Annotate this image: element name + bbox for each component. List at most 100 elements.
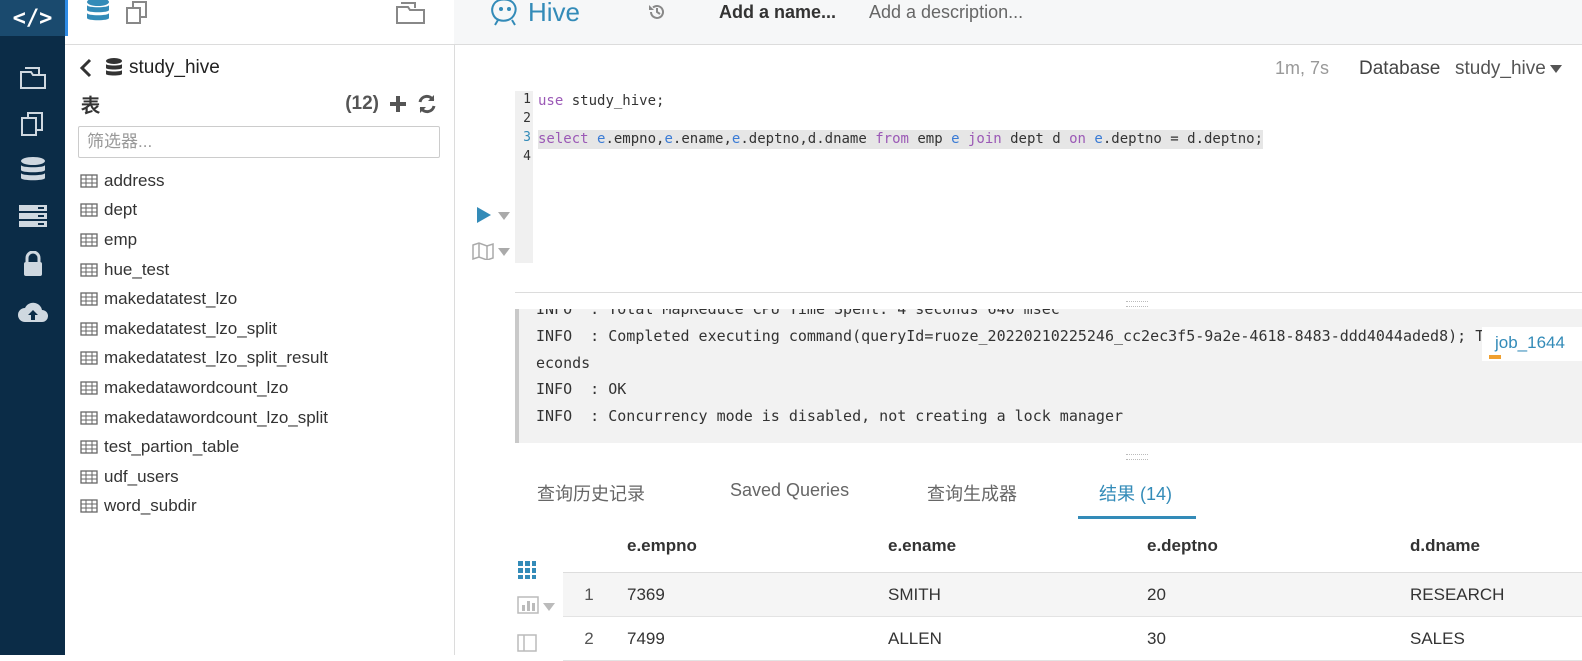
- table-name: dept: [104, 200, 138, 220]
- table-item[interactable]: word_subdir: [80, 492, 440, 522]
- keyword: select: [538, 131, 589, 147]
- tables-header: 表 (12): [81, 92, 437, 117]
- database-name: study_hive: [129, 57, 220, 78]
- play-icon[interactable]: [475, 205, 493, 225]
- table-item[interactable]: emp: [80, 225, 440, 255]
- table-item[interactable]: udf_users: [80, 462, 440, 492]
- column-header[interactable]: d.dname: [1410, 536, 1480, 556]
- table-item[interactable]: address: [80, 166, 440, 196]
- log-line: econds: [536, 354, 591, 372]
- table-item[interactable]: makedatatest_lzo_split: [80, 314, 440, 344]
- table-name: makedatatest_lzo_split: [104, 318, 277, 338]
- code-logo-icon[interactable]: </>: [0, 0, 65, 36]
- add-icon[interactable]: [389, 95, 407, 113]
- tables-count: (12): [345, 93, 379, 114]
- chart-caret-icon[interactable]: [543, 603, 555, 611]
- sql-database-icon[interactable]: [85, 0, 111, 29]
- editor-icon[interactable]: [0, 60, 65, 96]
- table-item[interactable]: makedatatest_lzo_split_result: [80, 344, 440, 374]
- logo-text: </>: [12, 5, 53, 31]
- cell: SMITH: [888, 585, 941, 604]
- hive-logo-icon: [491, 0, 517, 26]
- editor-gutter: 1 2 3 4: [515, 91, 533, 263]
- database-icon[interactable]: [0, 153, 65, 189]
- table-icon: [80, 470, 98, 484]
- code-line-3: select e.empno,e.ename,e.deptno,d.dname …: [538, 130, 1264, 149]
- chevron-left-icon[interactable]: [79, 58, 93, 78]
- line-number: 3: [523, 130, 531, 145]
- editor-divider: [515, 292, 1582, 293]
- table-item[interactable]: makedatawordcount_lzo: [80, 373, 440, 403]
- lock-icon[interactable]: [0, 246, 65, 282]
- chart-view-icon[interactable]: [517, 596, 539, 614]
- tab-results[interactable]: 结果 (14): [1099, 480, 1172, 506]
- row-index: 1: [584, 585, 594, 604]
- run-options-caret-icon[interactable]: [498, 212, 510, 220]
- tab-query-builder[interactable]: 查询生成器: [927, 480, 1017, 506]
- database-selector-label: Database: [1359, 58, 1441, 79]
- query-description-field[interactable]: Add a description...: [869, 0, 1023, 24]
- cell: 7369: [627, 585, 665, 604]
- caret-down-icon: [1549, 65, 1562, 73]
- upload-icon[interactable]: [0, 294, 65, 330]
- table-row[interactable]: 2 7499 ALLEN 30 SALES: [563, 617, 1582, 661]
- table-name: makedatatest_lzo_split_result: [104, 348, 328, 368]
- cell: ALLEN: [888, 629, 942, 648]
- jobs-icon[interactable]: [0, 198, 65, 234]
- code-text: study_hive;: [563, 93, 665, 109]
- resize-handle[interactable]: [1126, 301, 1148, 307]
- keyword: from: [875, 131, 909, 147]
- table-icon: [80, 440, 98, 454]
- resize-handle[interactable]: [1126, 454, 1148, 460]
- code-text: .deptno = d.deptno;: [1102, 131, 1264, 147]
- refresh-icon[interactable]: [417, 94, 437, 114]
- tables-label: 表: [81, 95, 101, 117]
- job-progress-bar: [1489, 355, 1501, 359]
- line-number: 1: [523, 92, 531, 107]
- editor-type-label: Hive: [528, 0, 581, 27]
- tab-query-history[interactable]: 查询历史记录: [537, 480, 645, 506]
- table-icon: [80, 292, 98, 306]
- elapsed-time: 1m, 7s: [1275, 58, 1330, 78]
- documents-icon[interactable]: [0, 106, 65, 142]
- history-icon[interactable]: [647, 2, 667, 27]
- table-row[interactable]: 1 7369 SMITH 20 RESEARCH: [563, 573, 1582, 617]
- job-link[interactable]: job_1644: [1482, 327, 1582, 361]
- table-icon: [80, 174, 98, 188]
- table-item[interactable]: makedatatest_lzo: [80, 284, 440, 314]
- keyword: use: [538, 93, 564, 109]
- column-header[interactable]: e.empno: [627, 536, 697, 556]
- database-icon: [106, 58, 122, 76]
- cell: SALES: [1410, 629, 1465, 648]
- code-text: emp: [908, 131, 952, 147]
- table-item[interactable]: hue_test: [80, 255, 440, 285]
- result-tabs: 查询历史记录 Saved Queries 查询生成器 结果 (14): [515, 466, 1582, 520]
- table-filter-input[interactable]: [78, 126, 440, 158]
- table-item[interactable]: test_partion_table: [80, 432, 440, 462]
- tab-saved-queries[interactable]: Saved Queries: [730, 480, 849, 501]
- explain-caret-icon[interactable]: [498, 248, 510, 256]
- documents-tab-icon[interactable]: [125, 0, 153, 29]
- query-name-field[interactable]: Add a name...: [719, 0, 836, 24]
- table-name: hue_test: [104, 259, 170, 279]
- database-selector[interactable]: study_hive: [1455, 58, 1562, 80]
- files-icon[interactable]: [395, 0, 427, 29]
- alias: e: [664, 131, 673, 147]
- table-item[interactable]: makedatawordcount_lzo_split: [80, 403, 440, 433]
- sql-editor[interactable]: 1 2 3 4 use study_hive; select e.empno,e…: [515, 91, 1582, 263]
- table-item[interactable]: dept: [80, 196, 440, 226]
- columns-icon[interactable]: [517, 634, 537, 652]
- column-header[interactable]: e.deptno: [1147, 536, 1218, 556]
- cell: 30: [1147, 629, 1166, 648]
- table-icon: [80, 233, 98, 247]
- alias: e: [951, 131, 960, 147]
- table-name: word_subdir: [104, 496, 197, 516]
- row-index: 2: [584, 629, 594, 648]
- column-header[interactable]: e.ename: [888, 536, 956, 556]
- explain-map-icon[interactable]: [472, 242, 494, 260]
- database-breadcrumb[interactable]: study_hive: [79, 56, 220, 80]
- grid-view-icon[interactable]: [517, 560, 537, 580]
- table-name: makedatawordcount_lzo: [104, 377, 289, 397]
- query-log: INFO : Total MapReduce CPU Time Spent: 4…: [515, 309, 1582, 443]
